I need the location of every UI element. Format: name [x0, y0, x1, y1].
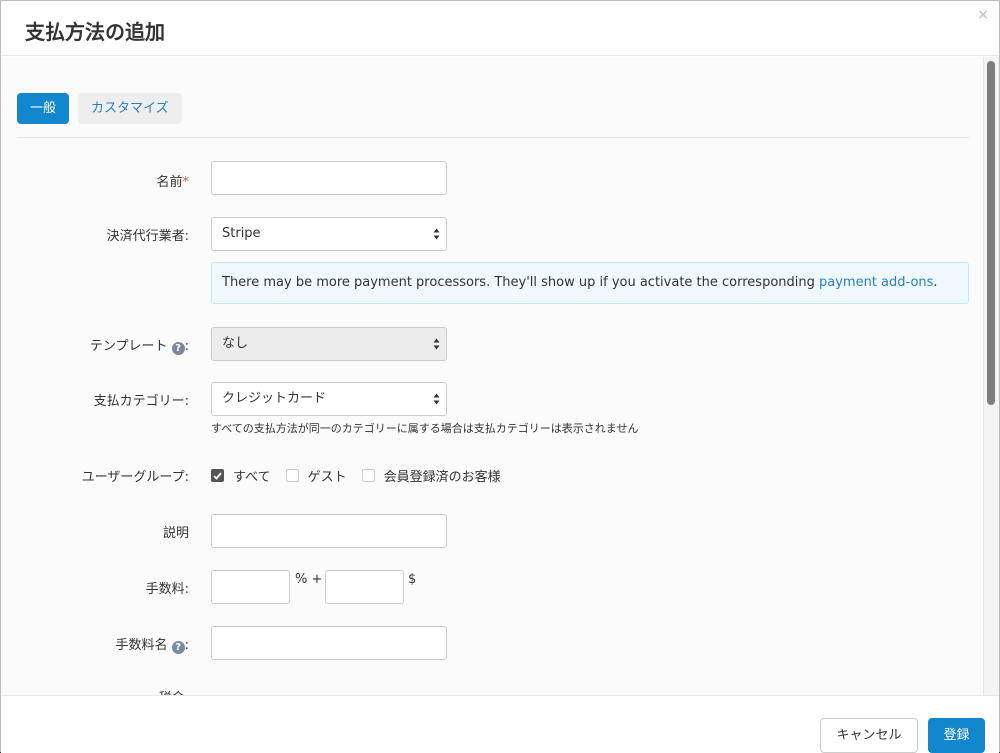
user-groups-label: ユーザーグループ:	[81, 470, 189, 485]
select-arrows-icon	[433, 393, 440, 405]
template-select-value: なし	[222, 336, 249, 351]
scrollbar-thumb[interactable]	[987, 61, 995, 405]
user-groups-checkboxes: すべて ゲスト 会員登録済のお客様	[211, 466, 516, 485]
tax-label: 税金:	[159, 687, 189, 695]
modal-body: 一般 カスタマイズ 名前* 決済代行業者: Stripe There may b…	[1, 57, 985, 695]
select-arrows-icon	[433, 338, 440, 350]
tab-general[interactable]: 一般	[17, 93, 70, 124]
fee-name-label: 手数料名 ?:	[115, 638, 189, 654]
fee-label: 手数料:	[145, 582, 189, 597]
check-icon	[213, 471, 222, 480]
template-label: テンプレート ?:	[89, 339, 189, 355]
fee-fixed-input[interactable]	[325, 570, 404, 604]
tab-customize[interactable]: カスタマイズ	[78, 93, 182, 124]
user-group-registered[interactable]: 会員登録済のお客様	[361, 466, 501, 485]
name-input[interactable]	[211, 161, 447, 195]
category-hint: すべての支払方法が同一のカテゴリーに属する場合は支払カテゴリーは表示されません	[211, 422, 639, 435]
name-label: 名前*	[156, 175, 190, 190]
required-mark: *	[182, 175, 190, 190]
tab-divider	[17, 137, 969, 138]
save-button[interactable]: 登録	[928, 718, 985, 753]
fee-name-input[interactable]	[211, 626, 447, 660]
checkbox-unchecked[interactable]	[361, 469, 375, 482]
checkbox-checked[interactable]	[211, 469, 224, 482]
payment-addons-link[interactable]: payment add-ons	[819, 275, 933, 290]
user-group-all[interactable]: すべて	[211, 466, 271, 485]
fee-percent-unit: % +	[295, 572, 323, 587]
modal-header: 支払方法の追加 ×	[1, 1, 999, 56]
user-group-guest[interactable]: ゲスト	[285, 466, 347, 485]
processor-select-value: Stripe	[222, 226, 261, 241]
processor-label: 決済代行業者:	[106, 229, 189, 244]
fee-percent-input[interactable]	[211, 570, 290, 604]
fee-currency-unit: $	[408, 572, 417, 587]
description-label: 説明	[162, 526, 189, 541]
modal-title: 支払方法の追加	[25, 20, 165, 44]
category-select[interactable]: クレジットカード	[211, 382, 447, 416]
category-select-value: クレジットカード	[222, 391, 327, 406]
category-label: 支払カテゴリー:	[93, 394, 189, 409]
processor-select[interactable]: Stripe	[211, 217, 447, 251]
help-icon[interactable]: ?	[171, 641, 185, 654]
template-select[interactable]: なし	[211, 327, 447, 361]
checkbox-unchecked[interactable]	[285, 469, 299, 482]
help-icon[interactable]: ?	[171, 342, 185, 355]
add-payment-method-dialog: 支払方法の追加 × 一般 カスタマイズ 名前* 決済代行業者: Stripe T…	[0, 0, 1000, 753]
cancel-button[interactable]: キャンセル	[820, 718, 918, 753]
modal-footer: キャンセル 登録	[1, 695, 999, 753]
alert-text-end: .	[933, 275, 938, 290]
close-icon[interactable]: ×	[977, 7, 989, 23]
processor-info-alert: There may be more payment processors. Th…	[211, 262, 969, 304]
alert-text: There may be more payment processors. Th…	[222, 275, 819, 290]
description-input[interactable]	[211, 514, 447, 548]
tab-bar: 一般 カスタマイズ	[17, 93, 182, 124]
select-arrows-icon	[433, 228, 440, 240]
